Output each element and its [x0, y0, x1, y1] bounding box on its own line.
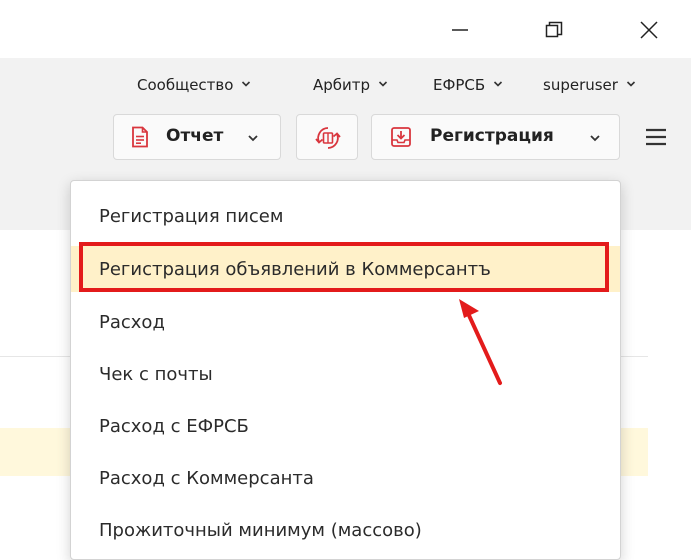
nav-efrsb[interactable]: ЕФРСБ — [433, 76, 503, 94]
registration-button-label: Регистрация — [430, 126, 554, 146]
nav-user[interactable]: superuser — [543, 76, 636, 94]
minimize-icon — [452, 29, 468, 31]
chevron-down-icon — [493, 81, 503, 87]
top-navigation: Сообщество Арбитр ЕФРСБ superuser — [0, 72, 691, 102]
sync-icon — [315, 127, 341, 149]
chevron-down-icon — [248, 135, 258, 142]
nav-community-label: Сообщество — [137, 76, 234, 94]
hamburger-icon — [646, 128, 666, 146]
nav-efrsb-label: ЕФРСБ — [433, 76, 486, 94]
menu-item-label: Расход с ЕФРСБ — [99, 416, 249, 437]
menu-item-mail-receipt[interactable]: Чек с почты — [71, 351, 620, 397]
menu-item-label: Чек с почты — [99, 364, 213, 385]
nav-community[interactable]: Сообщество — [137, 76, 251, 94]
registration-button[interactable]: Регистрация — [371, 114, 620, 160]
hamburger-menu-button[interactable] — [644, 126, 670, 148]
close-button[interactable] — [626, 8, 672, 52]
sync-button[interactable] — [296, 114, 358, 160]
highlight-annotation-frame — [79, 242, 609, 292]
menu-item-label: Прожиточный минимум (массово) — [99, 520, 422, 541]
chevron-down-icon — [242, 81, 251, 87]
minimize-button[interactable] — [437, 8, 483, 52]
menu-item-expense-efrsb[interactable]: Расход с ЕФРСБ — [71, 403, 620, 449]
restore-icon — [545, 21, 563, 38]
menu-item-letters-registration[interactable]: Регистрация писем — [71, 193, 620, 239]
inbox-download-icon — [391, 127, 411, 147]
report-button-label: Отчет — [166, 126, 224, 146]
close-icon — [640, 21, 658, 39]
menu-item-label: Расход с Коммерсанта — [99, 468, 314, 489]
menu-item-label: Регистрация писем — [99, 206, 284, 227]
nav-user-label: superuser — [543, 76, 618, 94]
restore-button[interactable] — [531, 8, 577, 52]
report-button[interactable]: Отчет — [113, 114, 281, 160]
chevron-down-icon — [378, 81, 387, 87]
registration-dropdown-menu: Регистрация писем Регистрация объявлений… — [70, 180, 621, 560]
red-arrow-icon — [459, 299, 502, 385]
menu-item-label: Расход — [99, 312, 165, 333]
chevron-down-icon — [626, 81, 635, 87]
menu-item-expense[interactable]: Расход — [71, 299, 620, 345]
menu-item-subsistence-minimum-bulk[interactable]: Прожиточный минимум (массово) — [71, 507, 620, 553]
nav-arbitr[interactable]: Арбитр — [313, 76, 388, 94]
nav-arbitr-label: Арбитр — [313, 76, 371, 94]
document-icon — [132, 126, 148, 148]
window-titlebar — [0, 0, 691, 58]
chevron-down-icon — [590, 135, 600, 142]
menu-item-expense-kommersant[interactable]: Расход с Коммерсанта — [71, 455, 620, 501]
